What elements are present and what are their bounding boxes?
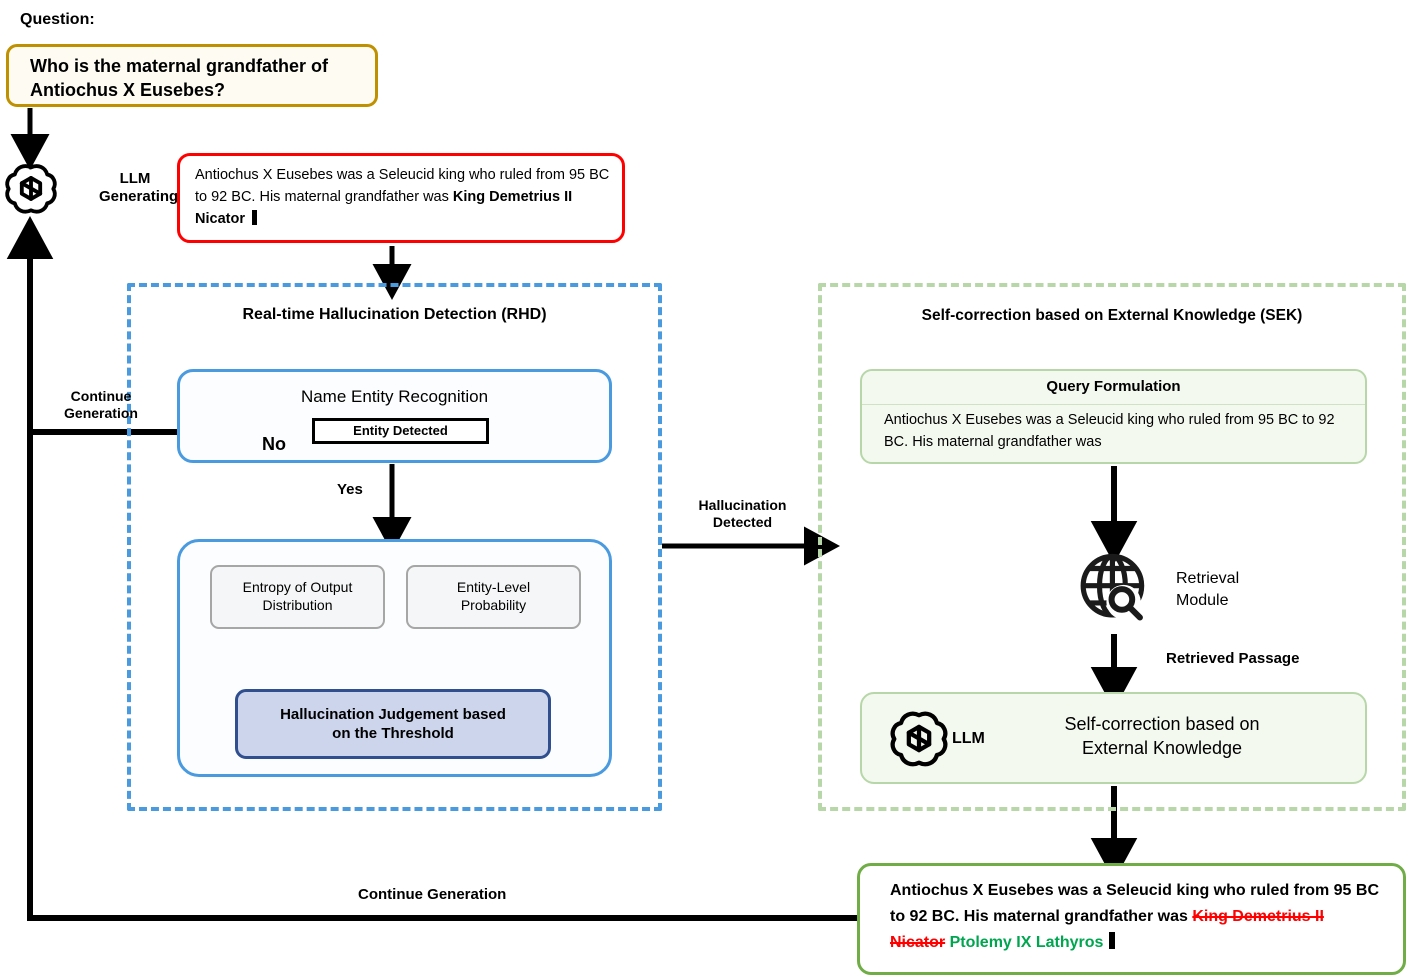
hallucination-detected-line2: Detected: [712, 513, 773, 530]
entity-prob-line1: Entity-Level: [456, 579, 531, 596]
entropy-chip-line2: Distribution: [262, 597, 333, 613]
ner-no-label: No: [262, 434, 286, 454]
self-correction-text: Self-correction based on External Knowle…: [1017, 713, 1307, 761]
retrieved-passage-label: Retrieved Passage: [1166, 650, 1300, 667]
llm-generating-label: LLM Generating:: [99, 170, 183, 207]
hallucination-detected-label: Hallucination Detected: [670, 497, 815, 531]
query-formulation-box: Query Formulation Antiochus X Eusebes wa…: [860, 369, 1367, 464]
self-correction-llm-label: LLM: [952, 730, 985, 747]
question-text: Who is the maternal grandfather of Antio…: [30, 56, 329, 100]
continue-generation-bottom-label: Continue Generation: [358, 886, 507, 903]
rhd-title: Real-time Hallucination Detection (RHD): [242, 306, 547, 323]
hallucination-judgement-box: Hallucination Judgement based on the Thr…: [235, 689, 551, 759]
openai-logo-icon: [888, 707, 950, 769]
question-box: Who is the maternal grandfather of Antio…: [6, 44, 378, 107]
ner-box: [177, 369, 612, 463]
text-caret-icon: [1109, 932, 1116, 950]
final-answer-box: Antiochus X Eusebes was a Seleucid king …: [857, 863, 1406, 975]
entity-detected-label: Entity Detected: [353, 423, 448, 438]
llm-generating-line1: LLM: [119, 170, 151, 187]
ner-title: Name Entity Recognition: [300, 387, 489, 406]
continue-generation-left-label: Continue Generation: [53, 388, 149, 422]
retrieval-label-line2: Module: [1176, 591, 1229, 609]
judgement-line1: Hallucination Judgement based: [280, 705, 506, 723]
retrieval-label-line1: Retrieval: [1176, 570, 1240, 587]
text-caret-icon: [251, 210, 257, 226]
entropy-of-output-distribution-chip: Entropy of Output Distribution: [210, 565, 385, 629]
entity-prob-line2: Probability: [460, 597, 527, 613]
self-correction-line2: External Knowledge: [1081, 737, 1243, 758]
entropy-chip-line1: Entropy of Output: [242, 579, 353, 596]
entity-detected-decision: Entity Detected: [312, 418, 489, 444]
llm-output-box: Antiochus X Eusebes was a Seleucid king …: [177, 153, 625, 243]
openai-logo-icon: [3, 160, 59, 216]
llm-generating-line2: Generating:: [99, 188, 184, 206]
diagram-canvas: Question: Who is the maternal grandfathe…: [0, 0, 1412, 979]
question-title: Question:: [20, 11, 95, 28]
query-formulation-header: Query Formulation: [862, 371, 1365, 405]
query-formulation-text: Antiochus X Eusebes was a Seleucid king …: [884, 412, 1335, 450]
llm-output-text: Antiochus X Eusebes was a Seleucid king …: [195, 164, 615, 230]
sek-title: Self-correction based on External Knowle…: [921, 307, 1303, 324]
entity-level-probability-chip: Entity-Level Probability: [406, 565, 581, 629]
retrieval-module-label: Retrieval Module: [1176, 568, 1239, 611]
judgement-line2: on the Threshold: [332, 725, 454, 742]
hallucination-detected-line1: Hallucination: [698, 497, 787, 513]
final-answer-text: Antiochus X Eusebes was a Seleucid king …: [890, 878, 1380, 957]
globe-search-icon: [1072, 547, 1158, 633]
continue-generation-left-line2: Generation: [64, 404, 138, 421]
ner-yes-label: Yes: [337, 481, 363, 498]
final-answer-corrected-entity: Ptolemy IX Lathyros: [949, 934, 1104, 952]
continue-generation-left-line1: Continue: [70, 388, 132, 404]
self-correction-line1: Self-correction based on: [1064, 714, 1260, 734]
